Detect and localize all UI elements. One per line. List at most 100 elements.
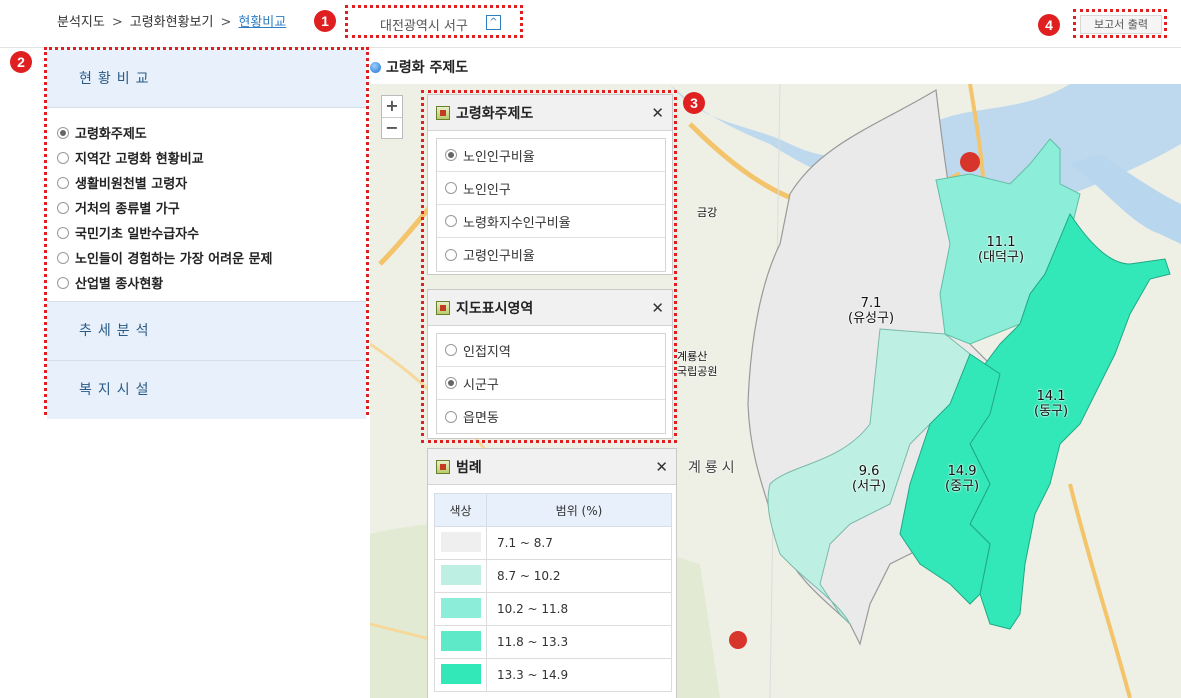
theme-panel: 고령화주제도 ✕ 노인인구비율 노인인구 노령화지수인구비율 고령인구비율: [427, 94, 673, 275]
legend-range: 8.7 ~ 10.2: [486, 559, 672, 593]
zoom-control: + −: [381, 95, 403, 139]
radio-icon[interactable]: [57, 151, 69, 164]
district-value: 14.1: [1036, 389, 1066, 404]
radio-icon[interactable]: [57, 176, 69, 189]
breadcrumb: 분석지도 > 고령화현황보기 > 현황비교: [57, 11, 286, 30]
district-name: (동구): [1034, 404, 1069, 419]
theme-panel-title: 고령화주제도: [456, 105, 534, 122]
map-note-icon: [436, 300, 450, 315]
menu-item[interactable]: 산업별 종사현황: [57, 270, 366, 295]
option-item[interactable]: 고령인구비율: [437, 238, 665, 271]
map-note-icon: [436, 459, 450, 474]
legend-swatch: [440, 597, 481, 618]
map-note-icon: [436, 105, 450, 120]
basemap-label-national-park: 국립공원: [677, 365, 718, 378]
radio-selected-icon[interactable]: [57, 126, 69, 139]
map-title: 고령화 주제도: [370, 57, 468, 77]
option-item[interactable]: 노인인구비율: [437, 139, 665, 172]
zoom-in-button[interactable]: +: [382, 96, 402, 117]
menu-item-label: 노인들이 경험하는 가장 어려운 문제: [75, 252, 273, 267]
menu-item[interactable]: 국민기초 일반수급자수: [57, 220, 366, 245]
legend-panel: 범례 ✕ 색상 범위 (%) 7.1 ~ 8.7 8.7 ~ 10.2 10.2…: [427, 448, 677, 698]
radio-icon[interactable]: [445, 182, 457, 194]
report-print-button[interactable]: 보고서 출력: [1080, 15, 1162, 34]
menu-item[interactable]: 생활비원천별 고령자: [57, 170, 366, 195]
area-panel-header: 지도표시영역 ✕: [428, 290, 672, 326]
radio-icon[interactable]: [57, 226, 69, 239]
radio-icon[interactable]: [445, 410, 457, 423]
close-icon[interactable]: ✕: [651, 299, 664, 317]
option-item[interactable]: 노인인구: [437, 172, 665, 205]
radio-icon[interactable]: [57, 201, 69, 214]
top-bar: 분석지도 > 고령화현황보기 > 현황비교 1 대전광역시 서구 ^ 4 보고서 출력: [0, 0, 1181, 48]
district-label-yuseong: 7.1 (유성구): [848, 296, 894, 326]
zoom-out-button[interactable]: −: [382, 117, 402, 138]
map-title-text: 고령화 주제도: [386, 60, 469, 76]
breadcrumb-analysis-map[interactable]: 분석지도: [57, 15, 105, 30]
radio-icon[interactable]: [445, 215, 457, 227]
option-item[interactable]: 시군구: [437, 367, 665, 400]
radio-selected-icon[interactable]: [445, 149, 457, 161]
legend-panel-header: 범례 ✕: [428, 449, 676, 485]
theme-options: 노인인구비율 노인인구 노령화지수인구비율 고령인구비율: [436, 138, 666, 272]
legend-range: 10.2 ~ 11.8: [486, 592, 672, 626]
legend-swatch: [440, 531, 481, 552]
legend-range: 7.1 ~ 8.7: [486, 526, 672, 560]
legend-row: 13.3 ~ 14.9: [434, 658, 672, 692]
radio-icon[interactable]: [57, 251, 69, 264]
district-name: (대덕구): [978, 250, 1025, 265]
option-item[interactable]: 읍면동: [437, 400, 665, 433]
menu-item[interactable]: 노인들이 경험하는 가장 어려운 문제: [57, 245, 366, 270]
district-label-daedeok: 11.1 (대덕구): [978, 235, 1024, 265]
basemap-label-gyeryongsan: 계룡산: [677, 350, 708, 363]
district-value: 7.1: [860, 296, 882, 311]
menu-item-label: 산업별 종사현황: [75, 277, 164, 292]
legend-panel-title: 범례: [456, 459, 482, 476]
bullet-icon: [370, 61, 381, 73]
option-label: 시군구: [463, 377, 499, 393]
option-label: 고령인구비율: [463, 249, 535, 264]
annotation-marker-3: 3: [683, 92, 705, 114]
district-value: 11.1: [986, 235, 1016, 250]
legend-range-header: 범위 (%): [486, 493, 672, 527]
annotation-marker-4: 4: [1038, 14, 1060, 36]
annotation-marker-2: 2: [10, 51, 32, 73]
legend-range: 11.8 ~ 13.3: [486, 625, 672, 659]
breadcrumb-status-compare[interactable]: 현황비교: [238, 15, 286, 30]
option-label: 노령화지수인구비율: [463, 215, 571, 231]
close-icon[interactable]: ✕: [651, 104, 664, 122]
chevron-up-icon[interactable]: ^: [486, 15, 501, 30]
legend-swatch: [440, 564, 481, 585]
area-panel-title: 지도표시영역: [456, 300, 534, 317]
menu-item-label: 거처의 종류별 가구: [75, 202, 180, 217]
region-selector-value: 대전광역시 서구: [380, 19, 468, 34]
radio-selected-icon[interactable]: [445, 377, 457, 389]
radio-icon[interactable]: [445, 248, 457, 261]
menu-item-label: 고령화주제도: [75, 127, 147, 142]
section-status-compare[interactable]: 현황비교: [47, 50, 366, 108]
menu-item[interactable]: 지역간 고령화 현황비교: [57, 145, 366, 170]
menu-item[interactable]: 고령화주제도: [57, 120, 366, 145]
radio-icon[interactable]: [445, 344, 457, 356]
area-options: 인접지역 시군구 읍면동: [436, 333, 666, 434]
district-label-dong: 14.1 (동구): [1034, 389, 1068, 419]
close-icon[interactable]: ✕: [655, 458, 668, 476]
section-welfare-facilities[interactable]: 복지시설: [47, 360, 366, 419]
radio-icon[interactable]: [57, 276, 69, 289]
legend-row: 7.1 ~ 8.7: [434, 526, 672, 560]
option-item[interactable]: 노령화지수인구비율: [437, 205, 665, 238]
basemap-label-geumgang: 금강: [697, 206, 718, 219]
report-button-frame: 보고서 출력: [1073, 9, 1167, 38]
district-name: (중구): [945, 479, 980, 494]
district-value: 9.6: [858, 464, 880, 479]
option-item[interactable]: 인접지역: [437, 334, 665, 367]
breadcrumb-aging-status[interactable]: 고령화현황보기: [130, 15, 214, 30]
legend-row: 8.7 ~ 10.2: [434, 559, 672, 593]
district-name: (유성구): [848, 311, 895, 326]
section-trend-analysis[interactable]: 추세분석: [47, 301, 366, 360]
theme-panel-header: 고령화주제도 ✕: [428, 95, 672, 131]
region-selector[interactable]: 대전광역시 서구 ^: [345, 5, 523, 38]
left-menu-panel: 현황비교 고령화주제도 지역간 고령화 현황비교 생활비원천별 고령자 거처의 …: [44, 47, 369, 419]
menu-item[interactable]: 거처의 종류별 가구: [57, 195, 366, 220]
status-compare-list: 고령화주제도 지역간 고령화 현황비교 생활비원천별 고령자 거처의 종류별 가…: [47, 108, 366, 301]
